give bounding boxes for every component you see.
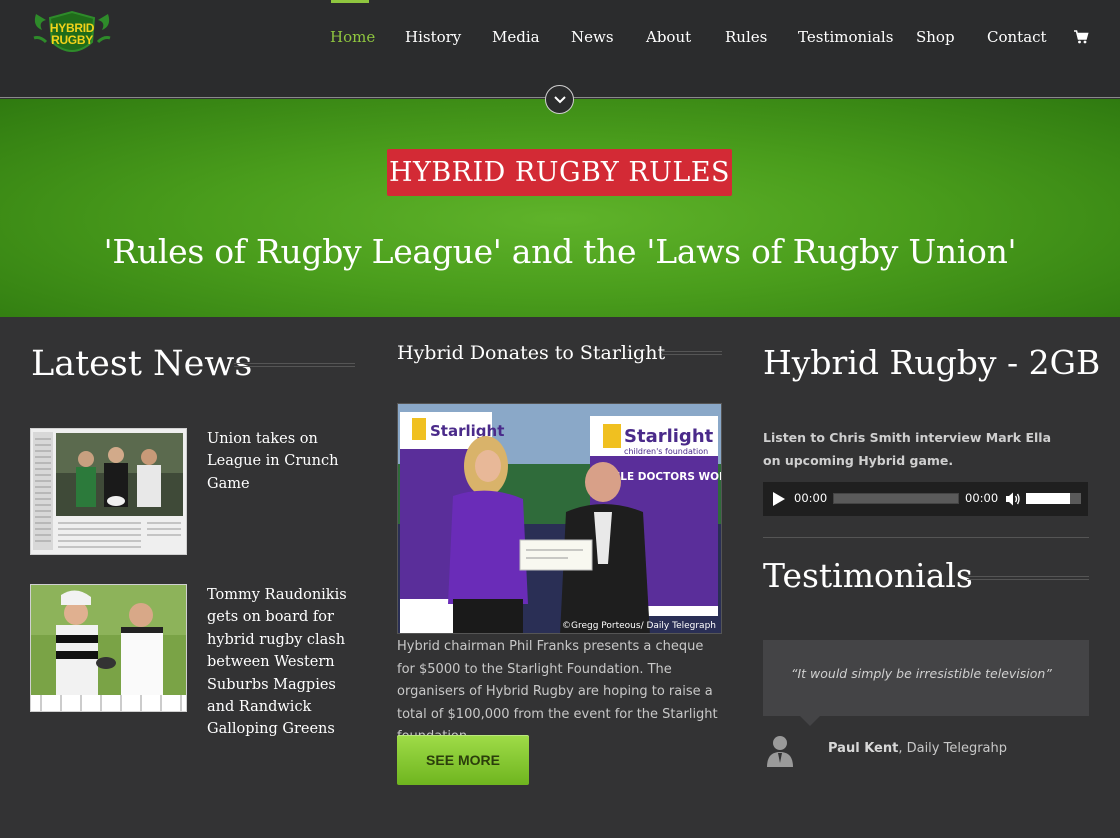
radio-title: Hybrid Rugby - 2GB <box>763 343 1101 382</box>
players-photo-image <box>31 585 186 711</box>
section-divider <box>967 576 1089 580</box>
news-thumbnail-1[interactable] <box>30 428 187 555</box>
site-header: HYBRID RUGBY Home History Media News Abo… <box>0 0 1120 98</box>
nav-home[interactable]: Home <box>330 28 375 46</box>
user-avatar-icon <box>767 736 793 767</box>
volume-icon[interactable] <box>1005 491 1021 507</box>
nav-testimonials[interactable]: Testimonials <box>798 28 893 46</box>
logo-text-line2: RUGBY <box>51 33 93 47</box>
nav-history[interactable]: History <box>405 28 461 46</box>
feature-caption: Hybrid chairman Phil Franks presents a c… <box>397 639 718 744</box>
hero-subtitle: 'Rules of Rugby League' and the 'Laws of… <box>103 232 1017 271</box>
nav-rules[interactable]: Rules <box>725 28 767 46</box>
testimonial-author: Paul Kent, Daily Telegrahp <box>828 741 1007 756</box>
news-thumbnail-2[interactable] <box>30 584 187 712</box>
scroll-down-button[interactable] <box>545 85 574 114</box>
latest-news-title: Latest News <box>31 344 253 384</box>
feature-title: Hybrid Donates to Starlight <box>397 342 666 364</box>
starlight-banner-brand-right: Starlight <box>624 426 714 447</box>
nav-active-indicator <box>331 0 369 3</box>
nav-about[interactable]: About <box>646 28 691 46</box>
newspaper-clipping-image <box>31 429 186 554</box>
news-link-1[interactable]: Union takes on League in Crunch Game <box>207 428 362 495</box>
hero-banner: HYBRID RUGBY RULES 'Rules of Rugby Leagu… <box>0 99 1120 317</box>
nav-media[interactable]: Media <box>492 28 540 46</box>
hero-badge: HYBRID RUGBY RULES <box>387 149 732 196</box>
nav-news[interactable]: News <box>571 28 614 46</box>
quote-pointer <box>800 716 820 726</box>
starlight-banner-sub: children's foundation <box>624 447 708 456</box>
chevron-down-icon <box>553 95 566 103</box>
audio-seek-bar[interactable] <box>833 493 959 504</box>
logo-text: HYBRID RUGBY <box>30 22 114 46</box>
news-link-2[interactable]: Tommy Raudonikis gets on board for hybri… <box>207 584 362 741</box>
shopping-cart-icon[interactable] <box>1073 29 1089 45</box>
play-icon[interactable] <box>773 492 785 506</box>
see-more-button[interactable]: SEE MORE <box>397 735 529 785</box>
section-divider <box>763 537 1089 541</box>
starlight-banner-brand: Starlight <box>430 422 504 440</box>
testimonial-quote: “It would simply be irresistible televis… <box>791 666 1052 681</box>
feature-photo[interactable]: Starlight Starlight children's foundatio… <box>397 403 722 634</box>
author-name: Paul Kent <box>828 741 899 756</box>
photo-credit: ©Gregg Porteous/ Daily Telegraph <box>562 621 716 631</box>
nav-contact[interactable]: Contact <box>987 28 1047 46</box>
volume-slider[interactable] <box>1026 493 1081 504</box>
site-logo[interactable]: HYBRID RUGBY <box>30 8 114 62</box>
cheque-presentation-image: Starlight Starlight children's foundatio… <box>398 404 721 633</box>
volume-level <box>1026 493 1070 504</box>
audio-player: 00:00 00:00 <box>763 482 1088 516</box>
author-source: , Daily Telegrahp <box>898 741 1008 756</box>
radio-description: Listen to Chris Smith interview Mark Ell… <box>763 430 1052 468</box>
section-divider <box>234 363 355 367</box>
nav-shop[interactable]: Shop <box>916 28 955 46</box>
audio-current-time: 00:00 <box>794 491 828 505</box>
section-divider <box>661 351 722 355</box>
testimonials-title: Testimonials <box>763 556 973 595</box>
audio-duration: 00:00 <box>965 491 999 505</box>
